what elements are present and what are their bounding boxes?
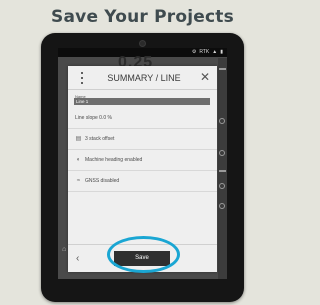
line-slope-text: Line slope 0.0 %: [75, 115, 112, 121]
stack-icon: ▤: [75, 136, 82, 142]
line-slope-row: Line slope 0.0 %: [68, 108, 217, 129]
camera-icon: [139, 40, 146, 47]
machine-heading-text: Machine heading enabled: [85, 157, 143, 163]
settings-icon: ⚙: [191, 49, 197, 55]
name-input[interactable]: Line 1: [74, 98, 210, 105]
more-options-icon[interactable]: [79, 72, 84, 84]
stack-offset-row: ▤ 3 stack offset: [68, 129, 217, 150]
dialog-title: SUMMARY / LINE: [107, 73, 181, 83]
gnss-row: ≈ GNSS disabled: [68, 171, 217, 192]
side-toolbar: [218, 58, 227, 279]
page-headline: Save Your Projects: [51, 7, 234, 27]
status-icons: ⚙ RTK ▲ ▮: [192, 49, 223, 55]
help-icon[interactable]: [219, 150, 225, 156]
back-arrow-icon[interactable]: ‹: [76, 253, 79, 264]
search-icon[interactable]: [219, 118, 225, 124]
target-icon[interactable]: [219, 183, 225, 189]
menu-icon[interactable]: [219, 68, 226, 70]
compass-icon: ◐: [76, 157, 81, 163]
home-icon[interactable]: ⌂: [62, 246, 66, 253]
stack-offset-text: 3 stack offset: [85, 136, 115, 142]
wifi-icon: ▲: [212, 49, 218, 55]
close-icon[interactable]: ✕: [199, 71, 211, 83]
machine-heading-row: ◐ Machine heading enabled: [68, 150, 217, 171]
signal-label: RTK: [199, 49, 210, 55]
gnss-text: GNSS disabled: [85, 178, 120, 184]
gnss-icon: ≈: [76, 178, 81, 184]
layers-icon[interactable]: [219, 170, 226, 172]
save-highlight-ring: [107, 236, 180, 273]
battery-icon: ▮: [220, 49, 223, 55]
gps-icon[interactable]: [219, 203, 225, 209]
dialog-header: SUMMARY / LINE ✕: [68, 66, 217, 90]
